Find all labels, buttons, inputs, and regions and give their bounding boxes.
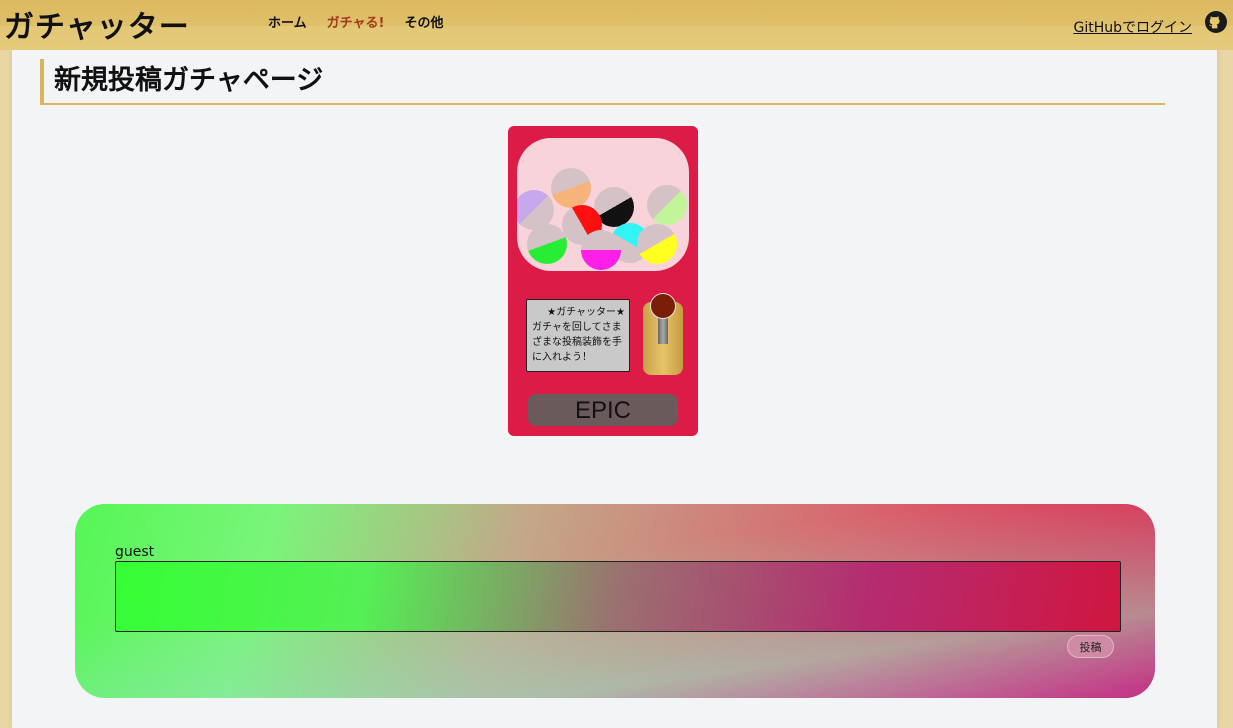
- gacha-machine: ★ガチャッター★ ガチャを回してさまざまな投稿装飾を手に入れよう！ EPIC: [508, 126, 698, 436]
- main-nav: ホーム ガチャる! その他: [268, 12, 443, 31]
- page-title: 新規投稿ガチャページ: [40, 59, 1165, 105]
- capsule-globe: [517, 138, 689, 271]
- post-card: guest 投稿: [75, 504, 1155, 698]
- app-logo-title[interactable]: ガチャッター: [4, 2, 190, 46]
- github-icon[interactable]: [1205, 11, 1227, 33]
- info-title: ★ガチャッター★: [547, 307, 625, 318]
- capsule-lightgreen: [647, 185, 687, 225]
- nav-home[interactable]: ホーム: [268, 12, 307, 31]
- nav-gacha[interactable]: ガチャる!: [327, 12, 385, 31]
- header-bar: ガチャッター ホーム ガチャる! その他 GitHubでログイン: [0, 0, 1233, 50]
- lever-knob[interactable]: [650, 293, 676, 319]
- lever-bar: [658, 316, 668, 344]
- post-text-input[interactable]: [115, 561, 1121, 632]
- gacha-info-box: ★ガチャッター★ ガチャを回してさまざまな投稿装飾を手に入れよう！: [526, 299, 630, 372]
- info-text: ガチャを回してさまざまな投稿装飾を手に入れよう！: [532, 322, 622, 363]
- capsule-yellow: [637, 224, 677, 264]
- capsule-magenta: [581, 230, 621, 270]
- post-submit-button[interactable]: 投稿: [1067, 635, 1114, 658]
- github-login-link[interactable]: GitHubでログイン: [1073, 17, 1192, 37]
- capsule-orange: [551, 168, 591, 208]
- username-label: guest: [115, 544, 155, 560]
- rarity-display: EPIC: [528, 394, 678, 426]
- nav-other[interactable]: その他: [404, 12, 443, 31]
- gacha-lever[interactable]: [643, 293, 683, 375]
- capsule-green: [527, 224, 567, 264]
